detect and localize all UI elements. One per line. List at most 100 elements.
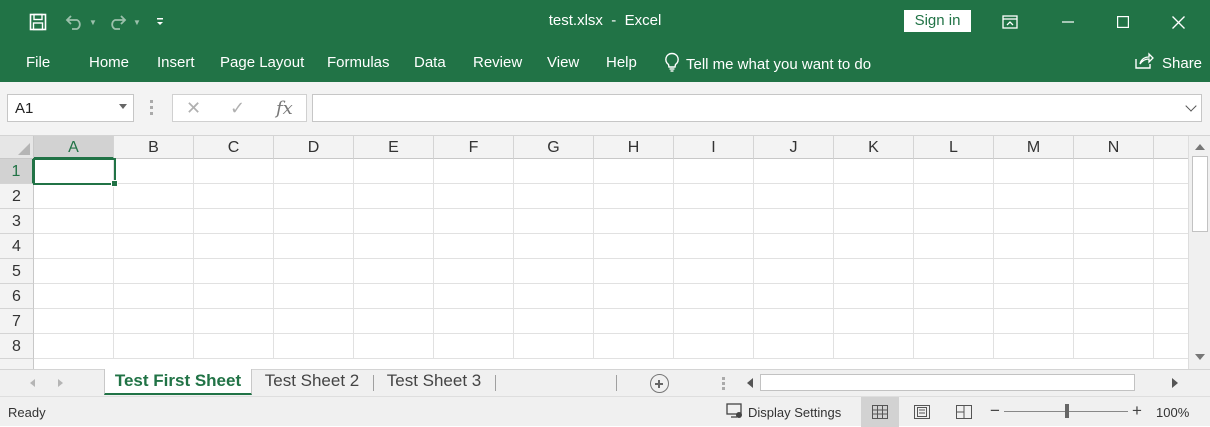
cell[interactable] — [514, 234, 594, 259]
cell[interactable] — [194, 184, 274, 209]
cell[interactable] — [514, 259, 594, 284]
cell[interactable] — [594, 309, 674, 334]
cell[interactable] — [1154, 234, 1188, 259]
tab-formulas[interactable]: Formulas — [327, 54, 390, 71]
tab-home[interactable]: Home — [89, 54, 129, 71]
cell[interactable] — [194, 284, 274, 309]
cell[interactable] — [994, 334, 1074, 359]
tab-insert[interactable]: Insert — [157, 54, 195, 71]
page-break-view-button[interactable] — [945, 397, 983, 427]
cell[interactable] — [994, 259, 1074, 284]
close-icon[interactable] — [1166, 10, 1190, 34]
cell[interactable] — [514, 309, 594, 334]
cell[interactable] — [434, 159, 514, 184]
tab-view[interactable]: View — [547, 54, 579, 71]
cell[interactable] — [354, 184, 434, 209]
cell[interactable] — [1154, 259, 1188, 284]
cell[interactable] — [354, 159, 434, 184]
name-box[interactable]: A1 — [7, 94, 134, 122]
worksheet-grid[interactable]: ABCDEFGHIJKLMN 12345678 — [0, 136, 1188, 369]
cell[interactable] — [34, 234, 114, 259]
row-header-3[interactable]: 3 — [0, 209, 34, 234]
cell[interactable] — [354, 234, 434, 259]
cell[interactable] — [674, 184, 754, 209]
column-header-b[interactable]: B — [114, 136, 194, 159]
cell[interactable] — [754, 259, 834, 284]
insert-function-icon[interactable]: fx — [276, 98, 293, 119]
cell[interactable] — [1074, 209, 1154, 234]
cell[interactable] — [914, 284, 994, 309]
cell[interactable] — [274, 284, 354, 309]
cell[interactable] — [194, 309, 274, 334]
cell[interactable] — [1154, 334, 1188, 359]
cell[interactable] — [274, 334, 354, 359]
scroll-left-icon[interactable] — [747, 378, 753, 388]
row-header-8[interactable]: 8 — [0, 334, 34, 359]
vertical-scroll-thumb[interactable] — [1192, 156, 1208, 232]
zoom-slider-thumb[interactable] — [1065, 404, 1069, 418]
cell[interactable] — [1074, 159, 1154, 184]
cell[interactable] — [834, 159, 914, 184]
zoom-out-button[interactable]: − — [990, 401, 1000, 421]
expand-formula-bar-icon[interactable] — [1185, 100, 1197, 112]
cell[interactable] — [194, 334, 274, 359]
cell[interactable] — [114, 334, 194, 359]
row-header-2[interactable]: 2 — [0, 184, 34, 209]
row-header-7[interactable]: 7 — [0, 309, 34, 334]
cell[interactable] — [1074, 334, 1154, 359]
cell[interactable] — [754, 234, 834, 259]
cell[interactable] — [594, 334, 674, 359]
undo-dropdown-icon[interactable]: ▼ — [88, 10, 98, 34]
chevron-down-icon[interactable] — [119, 104, 127, 109]
cell[interactable] — [34, 209, 114, 234]
cell[interactable] — [194, 234, 274, 259]
horizontal-scroll-thumb[interactable] — [760, 374, 1135, 391]
tell-me-search[interactable]: Tell me what you want to do — [664, 52, 871, 76]
cell[interactable] — [1154, 209, 1188, 234]
cell[interactable] — [674, 259, 754, 284]
cell[interactable] — [114, 284, 194, 309]
cell[interactable] — [514, 159, 594, 184]
cell[interactable] — [674, 159, 754, 184]
column-header-k[interactable]: K — [834, 136, 914, 159]
cell[interactable] — [914, 184, 994, 209]
undo-icon[interactable] — [62, 10, 86, 34]
cell[interactable] — [994, 184, 1074, 209]
cell[interactable] — [994, 209, 1074, 234]
column-header-a[interactable]: A — [34, 136, 114, 159]
row-header-5[interactable]: 5 — [0, 259, 34, 284]
cell[interactable] — [354, 334, 434, 359]
column-header-m[interactable]: M — [994, 136, 1074, 159]
zoom-level[interactable]: 100% — [1156, 405, 1189, 420]
cell[interactable] — [274, 184, 354, 209]
formula-input[interactable] — [312, 94, 1202, 122]
scroll-down-icon[interactable] — [1195, 354, 1205, 360]
redo-icon[interactable] — [106, 10, 130, 34]
sheet-tab-test-sheet-2[interactable]: Test Sheet 2 — [256, 369, 368, 395]
cell[interactable] — [754, 284, 834, 309]
cell[interactable] — [434, 259, 514, 284]
cell[interactable] — [594, 284, 674, 309]
tab-file[interactable]: File — [26, 54, 50, 71]
cell[interactable] — [1074, 284, 1154, 309]
cell[interactable] — [674, 284, 754, 309]
tab-help[interactable]: Help — [606, 54, 637, 71]
cell[interactable] — [34, 184, 114, 209]
column-header-f[interactable]: F — [434, 136, 514, 159]
cell[interactable] — [674, 334, 754, 359]
column-header-g[interactable]: G — [514, 136, 594, 159]
tab-review[interactable]: Review — [473, 54, 522, 71]
row-header-1[interactable]: 1 — [0, 159, 34, 184]
tab-split-handle-icon[interactable] — [722, 377, 725, 392]
row-header-6[interactable]: 6 — [0, 284, 34, 309]
scroll-up-icon[interactable] — [1195, 144, 1205, 150]
cell[interactable] — [434, 334, 514, 359]
cell[interactable] — [914, 209, 994, 234]
cell[interactable] — [114, 309, 194, 334]
cell[interactable] — [434, 284, 514, 309]
cell[interactable] — [274, 234, 354, 259]
zoom-in-button[interactable]: + — [1132, 401, 1142, 421]
column-header-n[interactable]: N — [1074, 136, 1154, 159]
cell[interactable] — [274, 309, 354, 334]
column-header-c[interactable]: C — [194, 136, 274, 159]
